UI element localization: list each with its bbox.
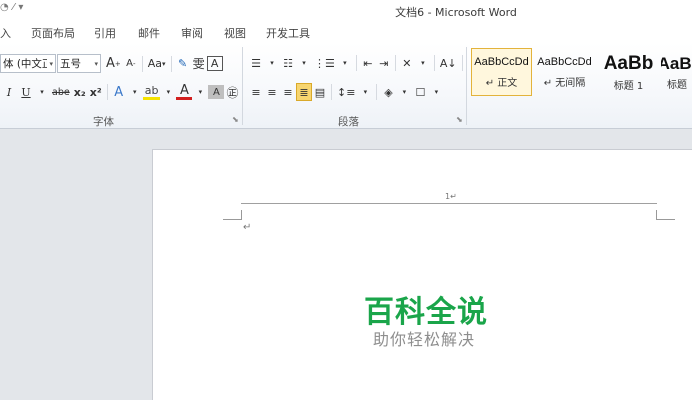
text-effect-button[interactable]: A bbox=[111, 83, 127, 101]
tab-view[interactable]: 视图 bbox=[224, 25, 246, 41]
align-right-icon[interactable]: ≡ bbox=[280, 83, 296, 101]
crop-mark bbox=[657, 219, 675, 220]
tab-page-layout[interactable]: 页面布局 bbox=[31, 25, 75, 41]
style-title[interactable]: AaBl 标题 bbox=[661, 48, 692, 96]
style-heading-1[interactable]: AaBb 标题 1 bbox=[597, 48, 660, 96]
char-border-button[interactable]: A bbox=[206, 56, 223, 71]
font-color-button[interactable]: A bbox=[176, 83, 193, 100]
bullets-icon[interactable]: ☰ bbox=[248, 54, 264, 72]
strikethrough-button[interactable]: abe bbox=[50, 83, 72, 101]
chevron-down-icon: ▾ bbox=[132, 88, 137, 96]
font-name-value: 体 (中文正文 bbox=[3, 58, 48, 70]
superscript-button[interactable]: x² bbox=[88, 83, 104, 101]
chevron-down-icon: ▾ bbox=[302, 59, 306, 67]
window-title: 文档6 - Microsoft Word bbox=[395, 6, 517, 19]
tab-developer[interactable]: 开发工具 bbox=[266, 25, 310, 41]
chevron-down-icon: ▾ bbox=[421, 59, 425, 67]
borders-icon[interactable]: ☐ bbox=[412, 83, 428, 101]
justify-icon[interactable]: ≣ bbox=[296, 83, 312, 101]
ribbon: 体 (中文正文▾ 五号▾ A+ A- Aa▾ ✎ 雯 A I U ▾ abe x… bbox=[0, 43, 692, 129]
header-mark: 1↵ bbox=[445, 192, 457, 201]
tab-insert[interactable]: 入 bbox=[0, 25, 11, 41]
underline-button[interactable]: U bbox=[18, 83, 34, 101]
numbering-icon[interactable]: ☷ bbox=[280, 54, 296, 72]
tab-review[interactable]: 审阅 bbox=[181, 25, 203, 41]
paragraph-mark: ↵ bbox=[243, 222, 252, 233]
italic-button[interactable]: I bbox=[0, 83, 18, 101]
grow-font-button[interactable]: A + bbox=[104, 55, 123, 73]
dialog-launcher-icon[interactable]: ⬊ bbox=[456, 115, 463, 124]
subscript-button[interactable]: x₂ bbox=[72, 83, 88, 101]
change-case-button[interactable]: Aa ▾ bbox=[146, 55, 168, 73]
document-area: 1↵ ↵ 百科全说 助你轻松解决 bbox=[0, 129, 692, 400]
chevron-down-icon: ▾ bbox=[363, 88, 368, 96]
crop-mark bbox=[241, 210, 242, 220]
watermark-title: 百科全说 bbox=[364, 295, 488, 330]
paragraph-group-label: 段落 bbox=[338, 116, 359, 128]
chevron-down-icon: ▾ bbox=[270, 59, 274, 67]
chevron-down-icon: ▾ bbox=[94, 59, 98, 68]
tab-references[interactable]: 引用 bbox=[94, 25, 116, 41]
title-bar: ◔ ⁄ ▾ 文档6 - Microsoft Word bbox=[0, 0, 692, 21]
asian-layout-icon[interactable]: ✕ bbox=[399, 54, 415, 72]
highlight-icon[interactable]: ab bbox=[142, 84, 161, 100]
chevron-down-icon: ▾ bbox=[198, 88, 203, 96]
multilevel-list-icon[interactable]: ⋮☰ bbox=[312, 54, 337, 72]
align-left-icon[interactable]: ≡ bbox=[248, 83, 264, 101]
increase-indent-icon[interactable]: ⇥ bbox=[376, 54, 392, 72]
header-divider bbox=[241, 203, 657, 204]
decrease-indent-icon[interactable]: ⇤ bbox=[360, 54, 376, 72]
enclose-char-button[interactable]: ㊣ bbox=[224, 83, 240, 101]
font-group-label: 字体 bbox=[93, 116, 114, 128]
font-size-value: 五号 bbox=[60, 58, 81, 70]
phonetic-guide-button[interactable]: 雯 bbox=[191, 55, 207, 73]
chevron-down-icon: ▾ bbox=[402, 88, 407, 96]
crop-mark bbox=[223, 219, 241, 220]
distributed-icon[interactable]: ▤ bbox=[312, 83, 328, 101]
char-shading-button[interactable]: A bbox=[208, 85, 225, 99]
tab-mailings[interactable]: 邮件 bbox=[138, 25, 160, 41]
chevron-down-icon: ▾ bbox=[343, 59, 347, 67]
styles-gallery: AaBbCcDd ↵ 正文 AaBbCcDd ↵ 无间隔 AaBb 标题 1 A… bbox=[471, 48, 692, 100]
dialog-launcher-icon[interactable]: ⬊ bbox=[232, 115, 239, 124]
style-normal[interactable]: AaBbCcDd ↵ 正文 bbox=[471, 48, 532, 96]
document-page[interactable]: 1↵ ↵ bbox=[152, 149, 692, 400]
clear-formatting-icon[interactable]: ✎ bbox=[175, 55, 191, 73]
font-name-combo[interactable]: 体 (中文正文▾ bbox=[0, 54, 56, 73]
crop-mark bbox=[656, 210, 657, 220]
chevron-down-icon: ▾ bbox=[49, 59, 53, 68]
watermark-subtitle: 助你轻松解决 bbox=[373, 330, 476, 349]
font-size-combo[interactable]: 五号 ▾ bbox=[57, 54, 101, 73]
sort-icon[interactable]: A↓ bbox=[438, 54, 459, 72]
chevron-down-icon[interactable]: ▾ bbox=[34, 83, 50, 101]
chevron-down-icon: ▾ bbox=[166, 88, 171, 96]
shrink-font-button[interactable]: A- bbox=[123, 55, 139, 73]
chevron-down-icon: ▾ bbox=[434, 88, 439, 96]
style-no-spacing[interactable]: AaBbCcDd ↵ 无间隔 bbox=[533, 48, 596, 96]
line-spacing-icon[interactable]: ↕≡ bbox=[335, 83, 357, 101]
align-center-icon[interactable]: ≡ bbox=[264, 83, 280, 101]
ribbon-tabs: 入 页面布局 引用 邮件 审阅 视图 开发工具 bbox=[0, 21, 692, 43]
shading-icon[interactable]: ◈ bbox=[380, 83, 396, 101]
